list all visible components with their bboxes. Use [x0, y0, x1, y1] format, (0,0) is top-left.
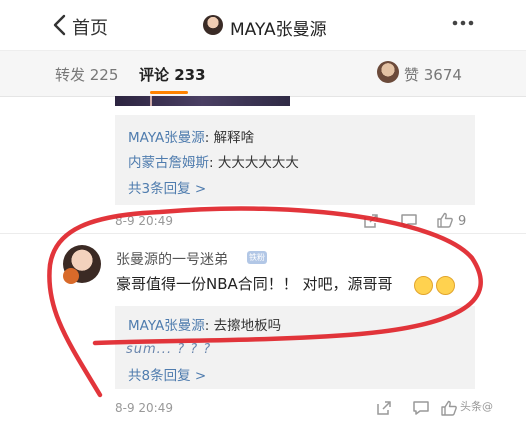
comment-timestamp: 8-9 20:49	[115, 401, 173, 415]
like-count: 9	[458, 214, 467, 229]
basketball-icon	[63, 268, 79, 284]
reply-line: MAYA张曼源: 解释啥	[128, 126, 254, 146]
reply-author[interactable]: MAYA张曼源	[128, 318, 205, 334]
watermark: 头条@	[460, 400, 493, 413]
more-options-icon[interactable]	[452, 20, 474, 26]
smile-emoji-icon	[436, 276, 455, 295]
share-icon[interactable]	[362, 212, 380, 230]
liker-avatar	[377, 61, 399, 83]
back-button-label[interactable]: 首页	[72, 14, 108, 40]
more-replies-link[interactable]: 共3条回复 >	[128, 177, 206, 197]
comment-text: 豪哥值得一份NBA合同！！ 对吧，源哥哥	[116, 273, 393, 294]
smile-emoji-icon	[414, 276, 433, 295]
image-marker	[150, 96, 152, 106]
active-tab-indicator	[150, 91, 188, 94]
tab-like[interactable]: 赞 3674	[404, 64, 462, 85]
comment-timestamp: 8-9 20:49	[115, 214, 173, 228]
reply-line: MAYA张曼源: 去擦地板吗	[128, 314, 281, 334]
reply-author[interactable]: MAYA张曼源	[128, 130, 205, 146]
comment-body: 豪哥值得一份NBA合同！！ 对吧，源哥哥	[116, 275, 393, 293]
page-title: MAYA张曼源	[230, 20, 327, 40]
divider	[0, 233, 526, 234]
comment-icon[interactable]	[400, 212, 418, 230]
thumbs-up-icon[interactable]	[440, 399, 458, 417]
share-icon[interactable]	[375, 399, 393, 417]
fan-badge: 铁粉	[247, 251, 267, 264]
commenter-name[interactable]: 张曼源的一号迷弟	[116, 249, 228, 269]
thumbs-up-icon[interactable]	[436, 211, 454, 229]
tab-comment[interactable]: 评论 233	[139, 64, 206, 85]
profile-avatar[interactable]	[203, 15, 223, 35]
reply-text: : 大大大大大大	[209, 155, 299, 171]
comment-icon[interactable]	[412, 399, 430, 417]
tab-repost[interactable]: 转发 225	[55, 64, 118, 85]
reply-line: 内蒙古詹姆斯: 大大大大大大	[128, 151, 299, 171]
reply-text: : 解释啥	[204, 130, 255, 146]
obscured-reply-text: sum... ? ? ?	[126, 342, 212, 357]
more-replies-link[interactable]: 共8条回复 >	[128, 364, 206, 384]
reply-author[interactable]: 内蒙古詹姆斯	[128, 155, 209, 171]
chevron-left-icon[interactable]	[50, 13, 70, 37]
post-image-fragment[interactable]	[115, 96, 290, 106]
reply-text: : 去擦地板吗	[204, 318, 282, 334]
